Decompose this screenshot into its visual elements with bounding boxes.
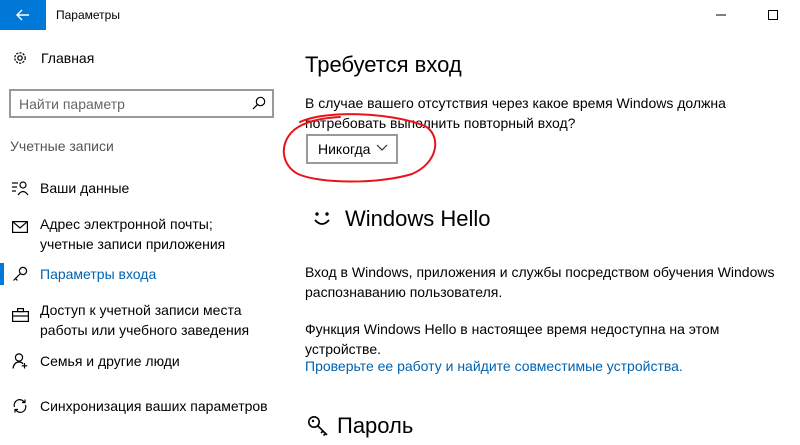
search-icon[interactable] bbox=[252, 96, 266, 110]
sidebar-item-label: Семья и другие люди bbox=[40, 353, 180, 369]
windows-hello-heading: Windows Hello bbox=[313, 206, 491, 232]
sidebar-item-label: Доступ к учетной записи места работы или… bbox=[40, 302, 250, 338]
smiley-face-icon bbox=[314, 212, 330, 225]
sidebar-item-label: Параметры входа bbox=[40, 266, 157, 282]
signin-timeout-dropdown[interactable]: Никогда bbox=[306, 134, 398, 164]
back-arrow-icon bbox=[16, 9, 29, 21]
nav-home-label: Главная bbox=[41, 50, 95, 66]
sidebar-item-family[interactable]: Семья и другие люди bbox=[0, 351, 288, 371]
signin-question: В случае вашего отсутствия через какое в… bbox=[305, 95, 726, 131]
windows-hello-title: Windows Hello bbox=[345, 206, 491, 231]
nav-home[interactable]: Главная bbox=[12, 50, 94, 66]
sidebar-item-email-accounts[interactable]: Адрес электронной почты; учетные записи … bbox=[0, 214, 288, 254]
dropdown-value: Никогда bbox=[318, 141, 371, 157]
sidebar-item-label: Ваши данные bbox=[40, 180, 130, 196]
minimize-button[interactable] bbox=[710, 4, 732, 26]
back-button[interactable] bbox=[0, 0, 46, 30]
sidebar-item-label: Синхронизация ваших параметров bbox=[40, 398, 268, 414]
search-box[interactable] bbox=[9, 89, 274, 118]
signin-required-title: Требуется вход bbox=[305, 52, 462, 77]
mail-icon bbox=[12, 221, 28, 233]
sync-icon bbox=[13, 399, 27, 413]
sidebar-item-your-info[interactable]: Ваши данные bbox=[0, 178, 288, 198]
sidebar-item-work-school[interactable]: Доступ к учетной записи места работы или… bbox=[0, 300, 288, 340]
maximize-button[interactable] bbox=[762, 4, 784, 26]
windows-hello-description: Вход в Windows, приложения и службы поср… bbox=[305, 264, 775, 300]
sidebar-item-sync[interactable]: Синхронизация ваших параметров bbox=[0, 396, 288, 416]
windows-hello-unavailable: Функция Windows Hello в настоящее время … bbox=[305, 321, 720, 357]
briefcase-icon bbox=[11, 308, 29, 322]
password-heading: Пароль bbox=[307, 413, 413, 439]
key-icon bbox=[13, 266, 28, 281]
title-bar: Параметры bbox=[0, 0, 800, 30]
key-icon bbox=[308, 416, 328, 437]
search-input[interactable] bbox=[11, 91, 241, 116]
person-list-icon bbox=[12, 181, 29, 196]
minimize-icon bbox=[716, 14, 726, 16]
window-title: Параметры bbox=[56, 8, 120, 22]
chevron-down-icon bbox=[376, 144, 388, 151]
sidebar: Главная Учетные записи Ваши данные bbox=[0, 30, 288, 445]
compatible-devices-link[interactable]: Проверьте ее работу и найдите совместимы… bbox=[305, 358, 683, 374]
section-label-accounts: Учетные записи bbox=[10, 138, 114, 154]
people-icon bbox=[12, 353, 28, 369]
gear-icon bbox=[14, 52, 26, 64]
sidebar-item-label: Адрес электронной почты; учетные записи … bbox=[40, 216, 226, 252]
password-title: Пароль bbox=[337, 413, 414, 438]
sidebar-item-sign-in-options[interactable]: Параметры входа bbox=[0, 264, 288, 284]
maximize-icon bbox=[768, 10, 778, 20]
main-content: Требуется вход В случае вашего отсутстви… bbox=[305, 30, 800, 445]
